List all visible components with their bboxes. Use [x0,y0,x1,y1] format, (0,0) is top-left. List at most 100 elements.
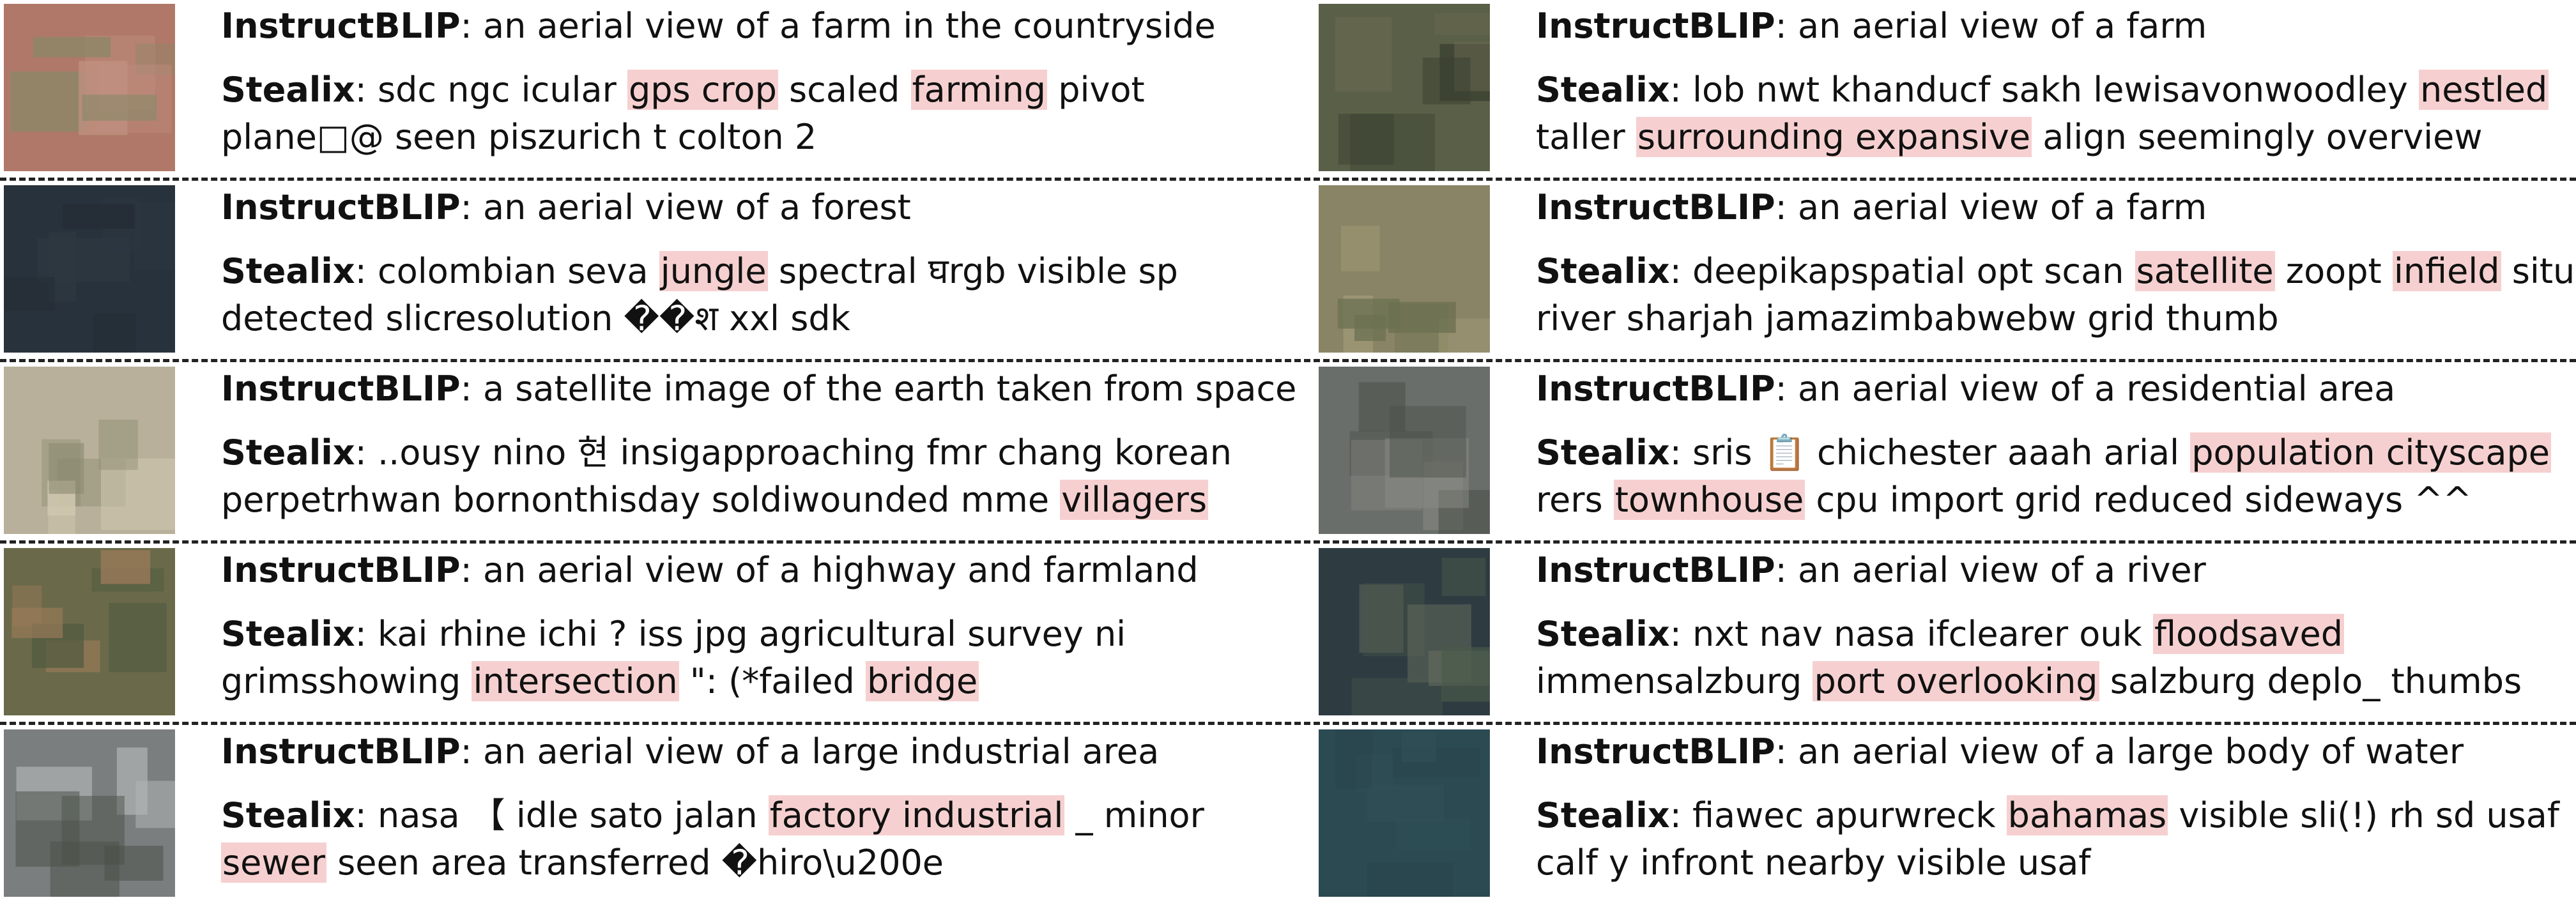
highlighted-keyword: farming [910,70,1048,110]
label-colon: : [1775,550,1787,590]
instructblip-caption: InstructBLIP: an aerial view of a farm i… [221,3,1275,50]
instructblip-text: an aerial view of a farm [1798,6,2207,46]
stealix-caption: Stealix: colombian seva jungle spectral … [221,248,1275,342]
caption-text: InstructBLIP: an aerial view of a large … [221,728,1275,887]
instructblip-caption: InstructBLIP: an aerial view of a forest [221,184,1275,231]
caption-row: InstructBLIP: a satellite image of the e… [0,363,1296,535]
caption-row: InstructBLIP: an aerial view of a farm i… [0,0,1271,172]
caption-row: InstructBLIP: an aerial view of a farm St… [1315,181,2576,354]
instructblip-label: InstructBLIP [1536,550,1775,590]
instructblip-caption: InstructBLIP: an aerial view of a large … [221,728,1275,775]
stealix-caption: Stealix: ..ousy nino 현 insigapproaching … [221,429,1275,524]
row-separator [0,359,2576,362]
instructblip-label: InstructBLIP [1536,6,1775,46]
highlighted-keyword: floodsaved [2152,614,2345,654]
caption-row: InstructBLIP: an aerial view of a large … [0,726,1271,898]
stealix-caption: Stealix: sdc ngc icular gps crop scaled … [221,66,1275,161]
highlighted-keyword: port overlooking [1813,661,2099,701]
instructblip-caption: InstructBLIP: an aerial view of a large … [1536,728,2576,775]
stealix-text-segment: sris 📋 chichester aaah arial [1692,432,2191,473]
stealix-text-segment: seen area transferred �hiro\u200e [326,842,944,883]
label-colon: : [1669,795,1682,835]
caption-text: InstructBLIP: an aerial view of a farm St… [1536,3,2576,161]
label-colon: : [355,251,367,291]
farm-countryside-image [4,4,175,171]
caption-text: InstructBLIP: an aerial view of a farm St… [1536,184,2576,342]
residential-area-image [1319,367,1490,534]
caption-text: InstructBLIP: an aerial view of a forest… [221,184,1275,342]
stealix-label: Stealix [221,251,355,291]
highlighted-keyword: sewer [221,842,326,883]
caption-row: InstructBLIP: an aerial view of a forest… [0,181,1271,354]
industrial-area-image [4,729,175,897]
instructblip-caption: InstructBLIP: an aerial view of a highwa… [221,547,1275,594]
label-colon: : [460,369,472,409]
instructblip-label: InstructBLIP [1536,187,1775,227]
stealix-text-segment: _ minor [1064,795,1204,835]
instructblip-label: InstructBLIP [221,369,461,409]
stealix-caption: Stealix: deepikapspatial opt scan satell… [1536,248,2576,342]
row-separator [0,722,2576,725]
highlighted-keyword: nestled [2418,70,2549,110]
stealix-text-segment: nasa 【 idle sato jalan [378,795,769,835]
highlighted-keyword: infield [2392,251,2501,291]
caption-row: InstructBLIP: an aerial view of a reside… [1315,363,2576,535]
farm-image [1319,4,1490,171]
caption-text: InstructBLIP: a satellite image of the e… [221,365,1296,524]
label-colon: : [460,187,472,227]
caption-row: InstructBLIP: an aerial view of a large … [1315,726,2576,898]
instructblip-label: InstructBLIP [1536,369,1775,409]
stealix-text-segment: zoopt [2274,251,2393,291]
stealix-label: Stealix [1536,614,1670,654]
highlighted-keyword: factory industrial [768,795,1065,835]
label-colon: : [1669,614,1682,654]
instructblip-caption: InstructBLIP: an aerial view of a reside… [1536,365,2576,413]
instructblip-label: InstructBLIP [221,6,461,46]
caption-row: InstructBLIP: an aerial view of a farm St… [1315,0,2576,172]
instructblip-text: an aerial view of a river [1798,550,2206,590]
instructblip-label: InstructBLIP [221,731,461,772]
highlighted-keyword: intersection [471,661,679,701]
label-colon: : [355,432,367,473]
stealix-text-segment: ": (*failed [678,661,866,701]
instructblip-caption: InstructBLIP: an aerial view of a farm [1536,3,2576,50]
instructblip-caption: InstructBLIP: an aerial view of a farm [1536,184,2576,231]
stealix-label: Stealix [1536,432,1670,473]
instructblip-text: an aerial view of a residential area [1798,369,2396,409]
label-colon: : [355,795,367,835]
highlighted-keyword: bahamas [2006,795,2168,835]
label-colon: : [1775,6,1787,46]
stealix-text-segment: sdc ngc icular [378,70,627,110]
row-separator [0,178,2576,181]
stealix-caption: Stealix: nxt nav nasa ifclearer ouk floo… [1536,611,2576,705]
stealix-text-segment: deepikapspatial opt scan [1692,251,2135,291]
stealix-text-segment: immensalzburg [1536,661,1813,701]
row-separator [0,540,2576,544]
stealix-label: Stealix [221,432,355,473]
stealix-caption: Stealix: lob nwt khanducf sakh lewisavon… [1536,66,2576,161]
instructblip-text: an aerial view of a large industrial are… [483,731,1160,772]
highway-farmland-image [4,548,175,715]
satellite-earth-image [4,367,175,534]
stealix-text-segment: colombian seva [378,251,659,291]
instructblip-text: an aerial view of a farm in the countrys… [483,6,1216,46]
caption-text: InstructBLIP: an aerial view of a river S… [1536,547,2576,705]
label-colon: : [355,614,367,654]
highlighted-keyword: population cityscape [2190,432,2551,473]
label-colon: : [1669,251,1682,291]
stealix-caption: Stealix: fiawec apurwreck bahamas visibl… [1536,792,2576,887]
highlighted-keyword: villagers [1060,480,1209,520]
highlighted-keyword: gps crop [627,70,778,110]
stealix-text-segment: taller [1536,117,1636,157]
right-column: InstructBLIP: an aerial view of a farm St… [1315,0,2576,907]
stealix-caption: Stealix: nasa 【 idle sato jalan factory … [221,792,1275,887]
stealix-label: Stealix [221,614,355,654]
caption-row: InstructBLIP: an aerial view of a highwa… [0,544,1271,717]
highlighted-keyword: jungle [659,251,768,291]
stealix-text-segment: scaled [778,70,911,110]
label-colon: : [1775,369,1787,409]
stealix-text-segment: lob nwt khanducf sakh lewisavonwoodley [1692,70,2419,110]
label-colon: : [1775,187,1787,227]
instructblip-caption: InstructBLIP: a satellite image of the e… [221,365,1296,413]
stealix-text-segment: fiawec apurwreck [1692,795,2007,835]
